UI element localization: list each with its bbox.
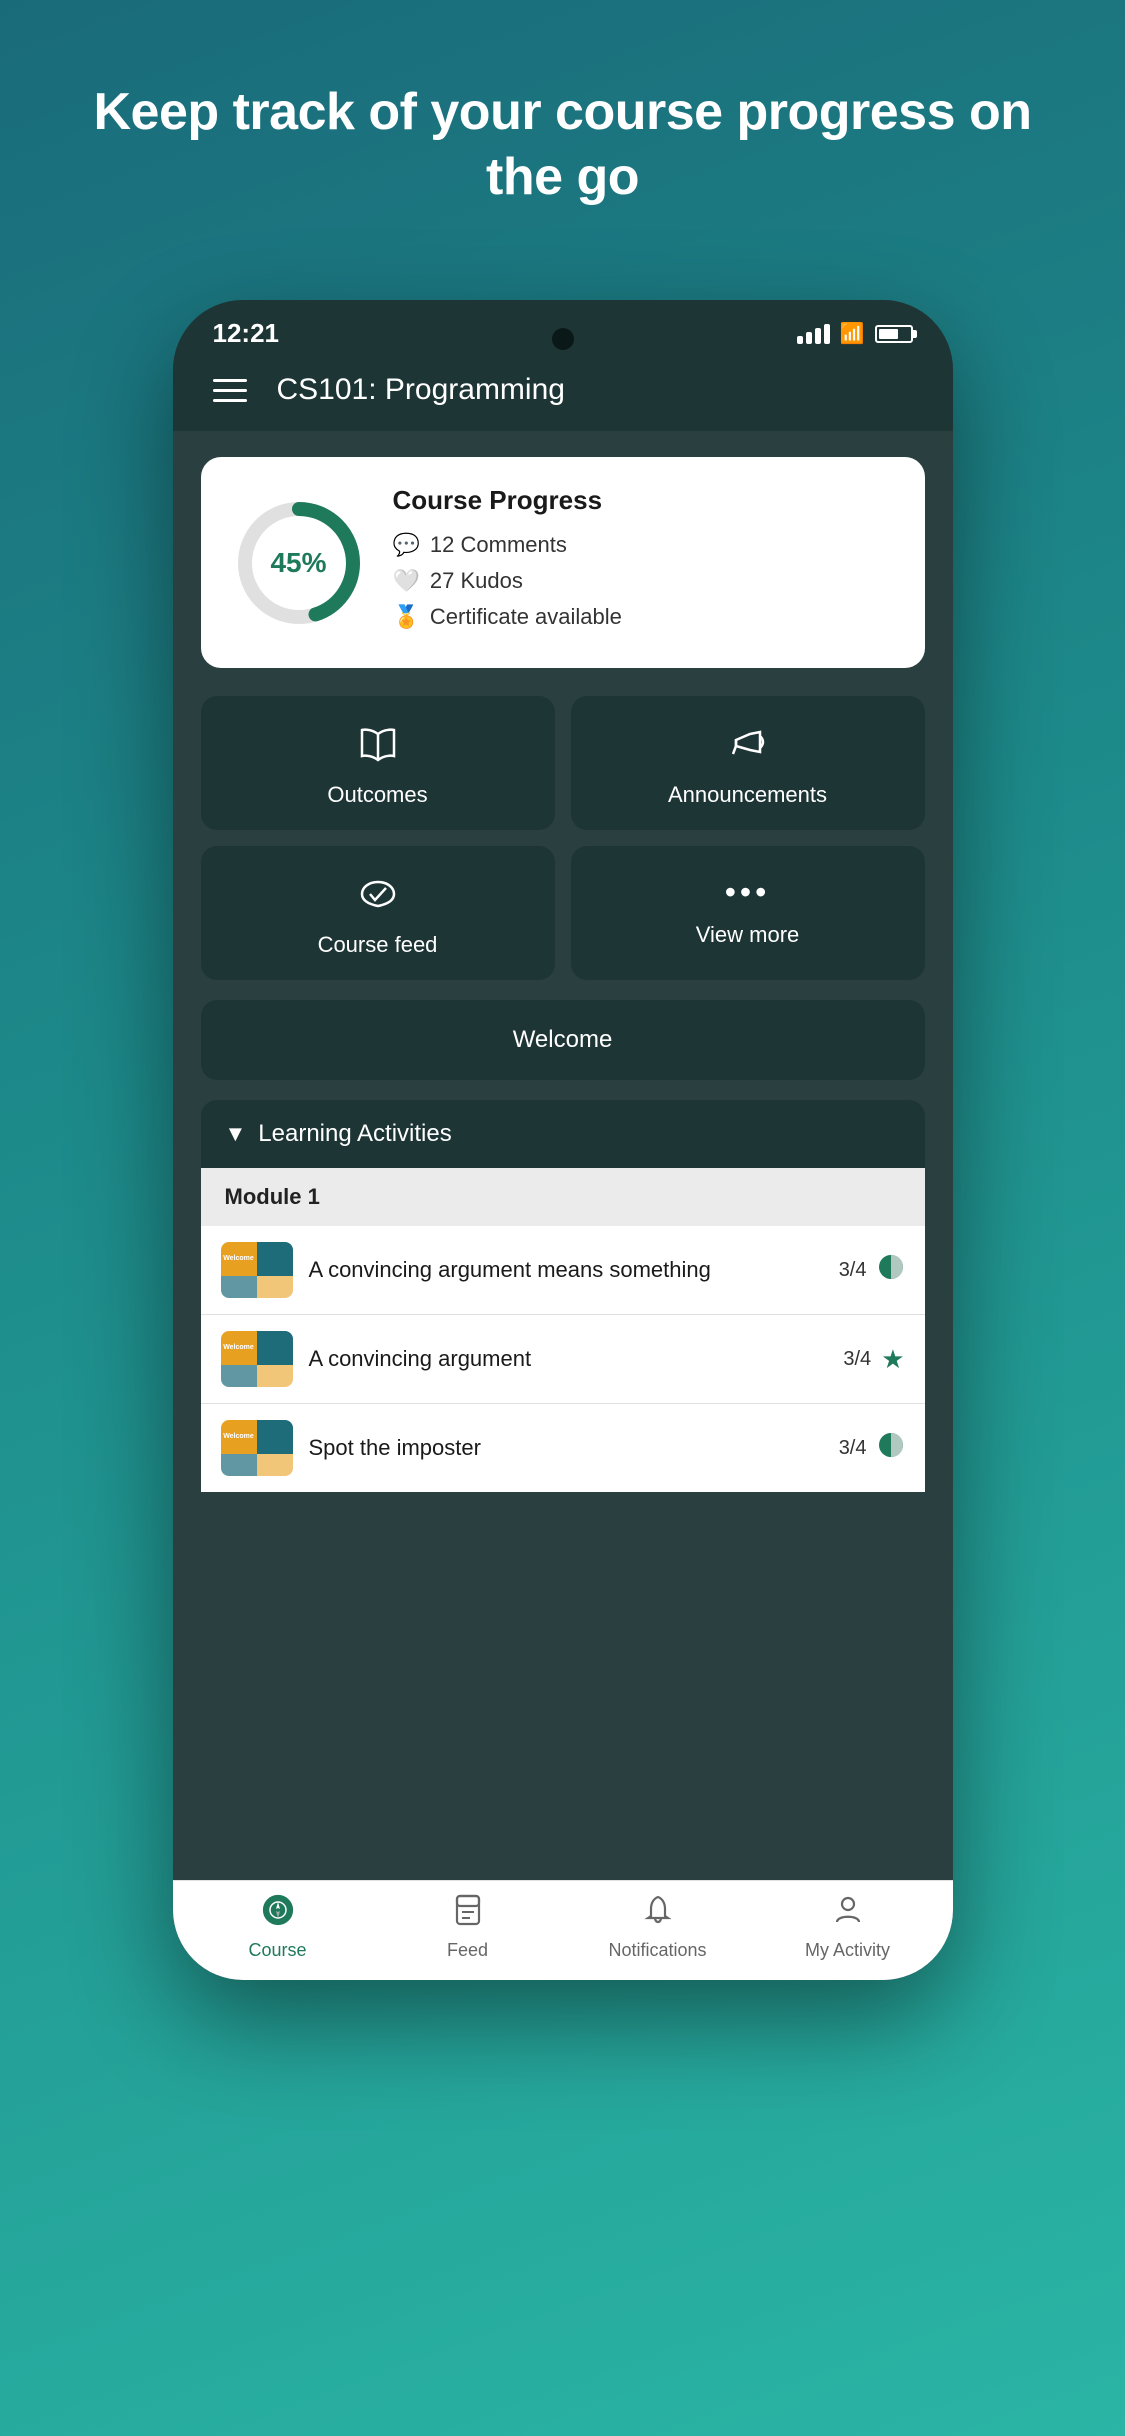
comments-label: 12 Comments — [430, 532, 567, 558]
app-header: CS101: Programming — [173, 359, 953, 431]
announcements-label: Announcements — [668, 782, 827, 808]
feed-icon — [453, 1894, 483, 1934]
activity-item[interactable]: Welcome A convincing argument means some… — [201, 1226, 925, 1315]
nav-item-course[interactable]: Course — [228, 1894, 328, 1961]
activity-item[interactable]: Welcome A convincing argument 3/4 ★ — [201, 1315, 925, 1404]
person-icon — [834, 1894, 862, 1934]
view-more-button[interactable]: ••• View more — [571, 846, 925, 980]
course-feed-button[interactable]: Course feed — [201, 846, 555, 980]
menu-button[interactable] — [213, 379, 247, 402]
activity-score: 3/4 — [843, 1348, 871, 1371]
learning-activities: ▼ Learning Activities Module 1 Welcome A… — [201, 1100, 925, 1492]
signal-icon — [797, 324, 830, 344]
certificate-label: Certificate available — [430, 604, 622, 630]
activity-title: A convincing argument means something — [309, 1255, 823, 1285]
app-header-title: CS101: Programming — [277, 373, 565, 407]
activity-thumbnail: Welcome — [221, 1242, 293, 1298]
nav-item-my-activity[interactable]: My Activity — [798, 1894, 898, 1961]
activity-score: 3/4 — [839, 1437, 867, 1460]
comment-icon: 💬 — [393, 532, 420, 558]
learning-activities-header[interactable]: ▼ Learning Activities — [201, 1100, 925, 1168]
course-feed-icon — [358, 876, 398, 918]
progress-percent: 45% — [270, 547, 326, 579]
nav-label-notifications: Notifications — [608, 1940, 706, 1961]
activity-title: Spot the imposter — [309, 1433, 823, 1463]
quick-actions-grid: Outcomes Announcements — [201, 696, 925, 980]
compass-icon — [262, 1894, 294, 1934]
status-icons: 📶 — [797, 321, 913, 346]
activity-score: 3/4 — [839, 1259, 867, 1282]
certificate-stat: 🏅 Certificate available — [393, 604, 897, 630]
course-feed-label: Course feed — [318, 932, 438, 958]
partial-complete-icon — [877, 1431, 905, 1466]
nav-item-notifications[interactable]: Notifications — [608, 1894, 708, 1961]
view-more-label: View more — [696, 922, 800, 948]
certificate-icon: 🏅 — [393, 604, 420, 630]
comments-stat: 💬 12 Comments — [393, 532, 897, 558]
progress-card: 45% Course Progress 💬 12 Comments 🤍 27 K… — [201, 457, 925, 668]
activity-item[interactable]: Welcome Spot the imposter 3/4 — [201, 1404, 925, 1492]
outcomes-icon — [358, 726, 398, 768]
outcomes-label: Outcomes — [327, 782, 427, 808]
module-list: Module 1 Welcome A convincing argument m… — [201, 1168, 925, 1492]
activity-thumbnail: Welcome — [221, 1331, 293, 1387]
wifi-icon: 📶 — [840, 321, 865, 346]
activity-meta: 3/4 — [839, 1431, 905, 1466]
activity-thumbnail: Welcome — [221, 1420, 293, 1476]
heart-icon: 🤍 — [393, 568, 420, 594]
bell-icon — [643, 1894, 673, 1934]
camera — [552, 328, 574, 350]
partial-complete-icon — [877, 1253, 905, 1288]
learning-activities-label: Learning Activities — [258, 1120, 451, 1148]
progress-title: Course Progress — [393, 485, 897, 516]
chevron-down-icon: ▼ — [225, 1121, 247, 1147]
outcomes-button[interactable]: Outcomes — [201, 696, 555, 830]
activity-meta: 3/4 ★ — [843, 1344, 904, 1375]
module-header: Module 1 — [201, 1168, 925, 1226]
announcements-icon — [728, 726, 768, 768]
progress-donut: 45% — [229, 493, 369, 633]
view-more-icon: ••• — [725, 876, 771, 908]
star-icon: ★ — [881, 1344, 904, 1375]
battery-icon — [875, 325, 913, 343]
phone-inner: 12:21 📶 CS101: Programming — [173, 300, 953, 1980]
hero-title: Keep track of your course progress on th… — [0, 80, 1125, 210]
status-time: 12:21 — [213, 318, 280, 349]
nav-label-course: Course — [248, 1940, 306, 1961]
nav-label-my-activity: My Activity — [805, 1940, 890, 1961]
bottom-nav: Course Feed — [173, 1880, 953, 1980]
phone-frame: 12:21 📶 CS101: Programming — [173, 300, 953, 1980]
welcome-button[interactable]: Welcome — [201, 1000, 925, 1080]
kudos-stat: 🤍 27 Kudos — [393, 568, 897, 594]
nav-label-feed: Feed — [447, 1940, 488, 1961]
progress-info: Course Progress 💬 12 Comments 🤍 27 Kudos… — [393, 485, 897, 640]
kudos-label: 27 Kudos — [430, 568, 523, 594]
nav-item-feed[interactable]: Feed — [418, 1894, 518, 1961]
activity-title: A convincing argument — [309, 1344, 828, 1374]
announcements-button[interactable]: Announcements — [571, 696, 925, 830]
main-content: 45% Course Progress 💬 12 Comments 🤍 27 K… — [173, 431, 953, 1880]
activity-meta: 3/4 — [839, 1253, 905, 1288]
